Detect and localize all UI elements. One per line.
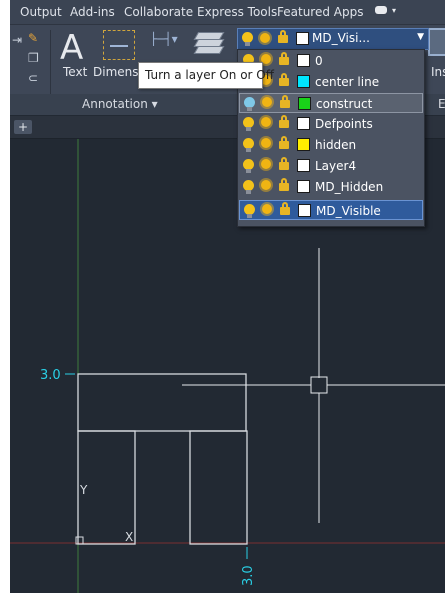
sun-icon[interactable] [260,33,270,43]
lightbulb-icon[interactable] [244,204,255,218]
new-tab-button[interactable]: + [14,120,32,134]
drawn-geometry [77,373,248,545]
layer-properties-icon[interactable] [193,32,225,56]
layer-name: MD_Hidden [315,180,384,194]
layer-dropdown[interactable]: MD_Visi... ▼ [237,28,429,50]
annotation-panel-label[interactable]: Annotation ▾ [82,97,158,111]
tooltip-text: Turn a layer On or Off [145,68,275,82]
crosshair-cursor [182,248,445,523]
layer-name: 0 [315,54,323,68]
layer-color-swatch [296,32,309,45]
layer-row-defpoints[interactable]: Defpoints [239,114,423,134]
dimension-bottom-text: 3.0 [241,565,256,586]
menu-bar: Output Add-ins Collaborate Express Tools… [10,0,445,25]
layer-row-md-hidden[interactable]: MD_Hidden [239,177,423,197]
ucs-y-label: Y [79,483,88,497]
chevron-down-icon[interactable]: ▾ [392,6,396,15]
sun-icon[interactable] [261,180,271,190]
text-tool-label[interactable]: Text [63,65,87,79]
insert-block-icon[interactable] [428,28,445,56]
layer-color-swatch[interactable] [297,138,310,151]
unlock-icon[interactable] [278,30,288,43]
right-leg-rectangle [189,430,248,545]
layer-row-layer4[interactable]: Layer4 [239,156,423,176]
unlock-icon[interactable] [279,73,289,86]
lightbulb-icon[interactable] [243,138,254,152]
autocad-window: Output Add-ins Collaborate Express Tools… [10,0,445,593]
pencil-icon[interactable]: ✎ [28,31,38,45]
ucs-icon: Y X [75,483,133,545]
layer-color-swatch[interactable] [297,180,310,193]
layer-color-swatch[interactable] [298,204,311,217]
sun-icon[interactable] [262,97,272,107]
layer-color-swatch[interactable] [297,75,310,88]
layer-row-md-visible[interactable]: MD_Visible [239,200,423,220]
top-rectangle [77,373,247,432]
lightbulb-icon[interactable] [242,32,253,46]
ucs-x-label: X [125,530,133,544]
lightbulb-icon[interactable] [243,159,254,173]
menu-featured-apps[interactable]: Featured Apps [277,5,363,19]
dimension-left-text: 3.0 [40,368,61,383]
sun-icon[interactable] [261,117,271,127]
layer-color-swatch[interactable] [297,54,310,67]
unlock-icon[interactable] [280,202,290,215]
dimension-tool-icon[interactable] [103,30,135,60]
layer-name: Defpoints [315,117,373,131]
offset-icon[interactable]: ⊂ [28,71,38,85]
insert-label[interactable]: Ins [431,65,445,79]
layer-color-swatch[interactable] [298,97,311,110]
sun-icon[interactable] [262,204,272,214]
unlock-icon[interactable] [279,52,289,65]
layer-row-hidden[interactable]: hidden [239,135,423,155]
pickbox [310,376,328,394]
layer-color-swatch[interactable] [297,159,310,172]
text-tool-icon[interactable]: A [60,28,83,68]
unlock-icon[interactable] [279,157,289,170]
layer-name: hidden [315,138,357,152]
layer-row-construct[interactable]: construct [239,93,423,113]
menu-collaborate[interactable]: Collaborate [124,5,193,19]
cloud-icon[interactable] [375,6,387,14]
sun-icon[interactable] [261,159,271,169]
right-panel-label[interactable]: E [438,97,445,111]
unlock-icon[interactable] [279,178,289,191]
sun-icon[interactable] [261,138,271,148]
unlock-icon[interactable] [279,136,289,149]
layer-name: construct [316,97,373,111]
layer-color-swatch[interactable] [297,117,310,130]
arrow-icon[interactable]: ⇥ [12,33,22,47]
chevron-down-icon[interactable]: ▼ [417,32,424,42]
menu-output[interactable]: Output [20,5,62,19]
layer-name: center line [315,75,380,89]
lightbulb-icon[interactable] [244,97,255,111]
menu-express-tools[interactable]: Express Tools [197,5,277,19]
menu-add-ins[interactable]: Add-ins [70,5,115,19]
unlock-icon[interactable] [280,95,290,108]
lightbulb-icon[interactable] [243,117,254,131]
layer-name: MD_Visible [316,204,381,218]
lightbulb-icon[interactable] [243,180,254,194]
layer-name: Layer4 [315,159,357,173]
unlock-icon[interactable] [279,115,289,128]
linear-dim-icon[interactable]: ├─┤▾ [150,32,178,46]
current-layer-name: MD_Visi... [312,31,370,45]
tooltip: Turn a layer On or Off [138,62,274,89]
copy-icon[interactable]: ❐ [28,51,39,65]
